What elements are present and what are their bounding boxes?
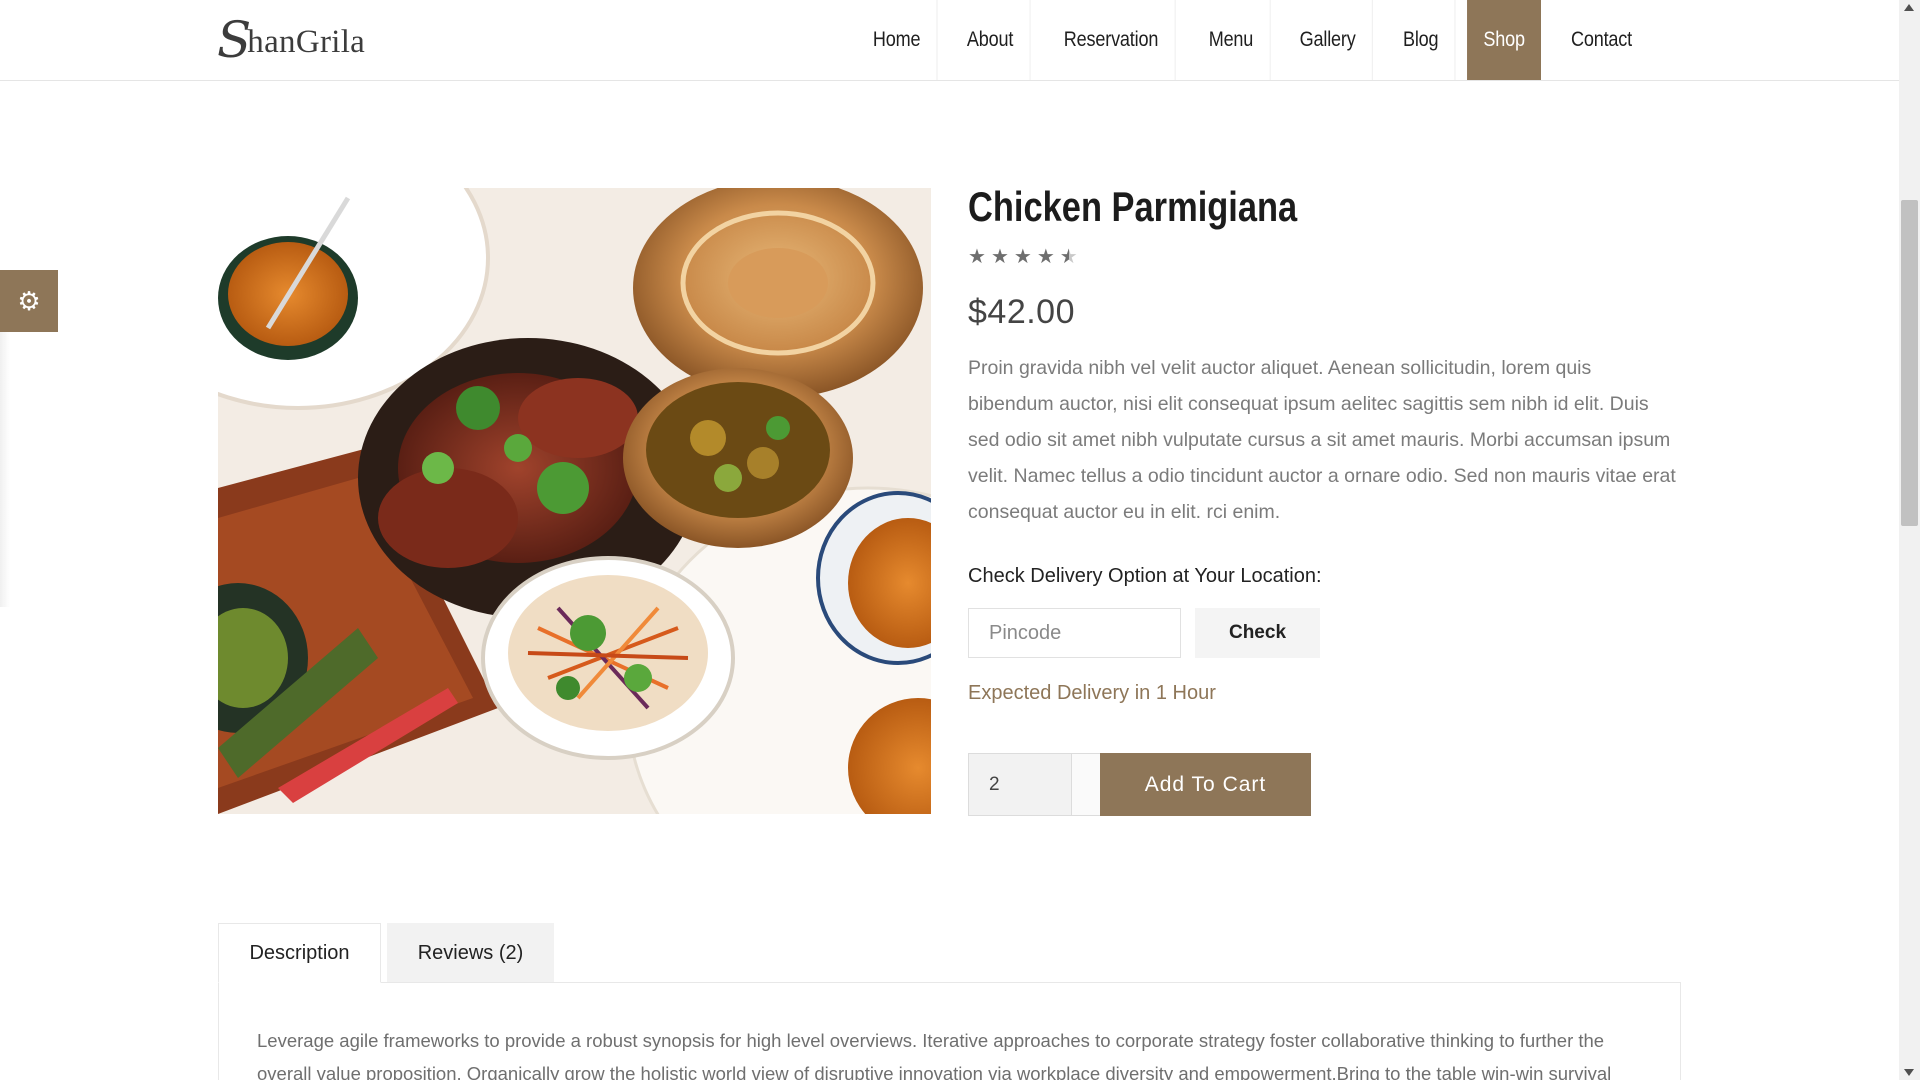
logo-initial: S bbox=[217, 11, 252, 69]
page-scrollbar[interactable] bbox=[1899, 0, 1920, 1080]
delivery-status-text: Expected Delivery in 1 Hour bbox=[968, 682, 1216, 704]
settings-toggle-button[interactable]: ⚙ bbox=[0, 270, 58, 332]
nav-item-shop[interactable]: Shop bbox=[1466, 0, 1541, 80]
star-icon: ★ bbox=[990, 246, 1009, 268]
product-title: Chicken Parmigiana bbox=[968, 183, 1298, 230]
nav-item-contact[interactable]: Contact bbox=[1555, 0, 1649, 80]
delivery-check-label: Check Delivery Option at Your Location: bbox=[968, 565, 1322, 587]
quantity-input[interactable] bbox=[968, 753, 1072, 816]
pincode-input[interactable] bbox=[968, 608, 1181, 658]
quantity-spacer bbox=[1072, 753, 1100, 816]
nav-item-reservation[interactable]: Reservation bbox=[1047, 0, 1176, 80]
settings-panel-shadow bbox=[0, 332, 10, 607]
add-to-cart-button[interactable]: Add To Cart bbox=[1100, 753, 1311, 816]
nav-item-menu[interactable]: Menu bbox=[1192, 0, 1271, 80]
nav-item-about[interactable]: About bbox=[950, 0, 1031, 80]
tab-description[interactable]: Description bbox=[218, 923, 381, 983]
star-icon: ★ bbox=[1036, 246, 1055, 268]
nav-item-home[interactable]: Home bbox=[856, 0, 938, 80]
product-price: $42.00 bbox=[968, 293, 1075, 331]
main-nav: Home About Reservation Menu Gallery Blog… bbox=[850, 0, 1656, 80]
gear-icon: ⚙ bbox=[17, 286, 41, 316]
nav-item-gallery[interactable]: Gallery bbox=[1284, 0, 1374, 80]
nav-item-blog[interactable]: Blog bbox=[1386, 0, 1456, 80]
product-image[interactable] bbox=[218, 188, 931, 814]
check-delivery-button[interactable]: Check bbox=[1195, 608, 1320, 658]
scrollbar-thumb[interactable] bbox=[1901, 200, 1918, 526]
star-icon: ★ bbox=[1013, 246, 1032, 268]
food-photo bbox=[218, 188, 931, 814]
tab-panel-description: Leverage agile frameworks to provide a r… bbox=[218, 982, 1681, 1080]
product-description: Proin gravida nibh vel velit auctor aliq… bbox=[968, 357, 1676, 523]
description-tab-text: Leverage agile frameworks to provide a r… bbox=[257, 1030, 1612, 1080]
star-icon: ★ bbox=[968, 246, 986, 268]
scroll-down-arrow-icon[interactable] bbox=[1904, 1069, 1914, 1076]
scroll-up-arrow-icon[interactable] bbox=[1904, 4, 1914, 11]
product-rating: ★ ★ ★ ★ ★ bbox=[968, 247, 1078, 267]
site-logo[interactable]: S hanGrila bbox=[217, 11, 366, 69]
half-star-icon: ★ bbox=[1059, 246, 1078, 268]
tab-reviews[interactable]: Reviews (2) bbox=[387, 923, 554, 983]
site-header: S hanGrila Home About Reservation Menu G… bbox=[0, 0, 1899, 81]
logo-text: hanGrila bbox=[247, 23, 366, 60]
product-tabs: Description Reviews (2) bbox=[218, 923, 554, 983]
